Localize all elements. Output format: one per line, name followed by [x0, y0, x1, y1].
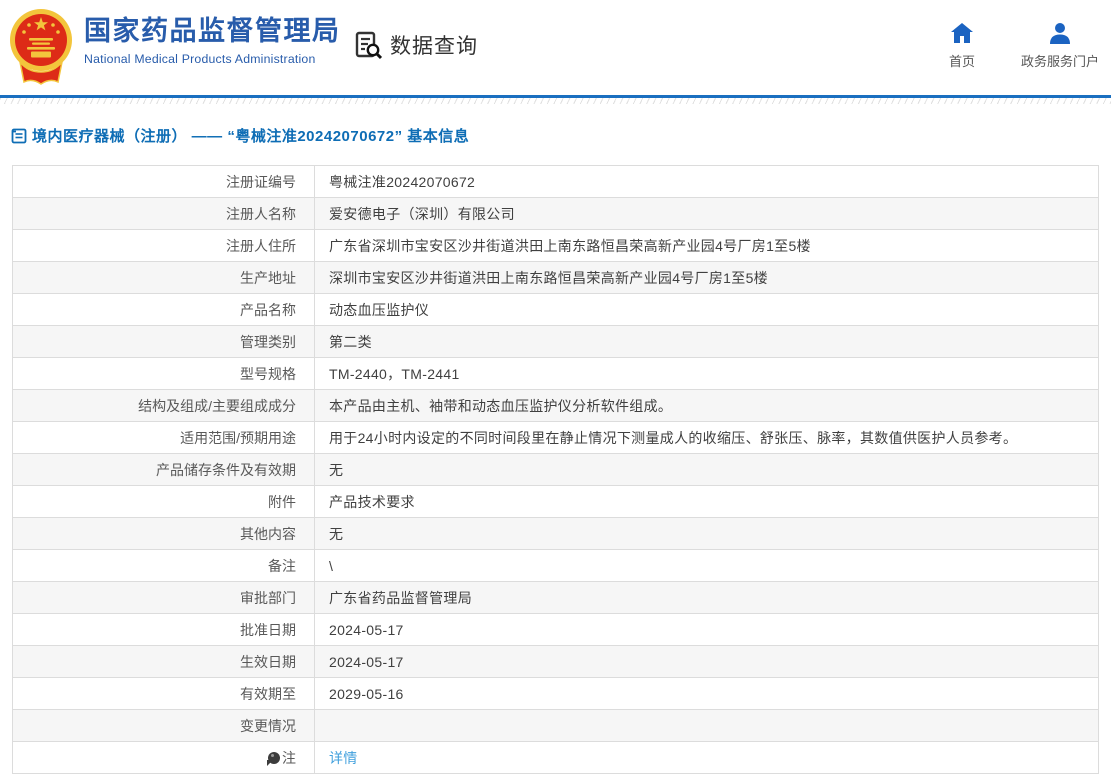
field-label: 附件 [12, 485, 315, 518]
table-row: 附件 产品技术要求 [12, 485, 1099, 518]
table-row: 变更情况 [12, 709, 1099, 742]
user-icon [1049, 23, 1070, 44]
nav-home[interactable]: 首页 [949, 22, 975, 70]
field-value: \ [314, 549, 1099, 582]
field-label: 生产地址 [12, 261, 315, 294]
field-label: 型号规格 [12, 357, 315, 390]
nav-portal-label: 政务服务门户 [1020, 54, 1099, 69]
table-row: 注册人名称 爱安德电子（深圳）有限公司 [12, 197, 1099, 230]
table-row: 管理类别 第二类 [12, 325, 1099, 358]
nav-portal[interactable]: 政务服务门户 [1021, 22, 1099, 70]
data-query-link[interactable]: 数据查询 [353, 30, 478, 60]
field-value: 第二类 [314, 325, 1099, 358]
field-label: 审批部门 [12, 581, 315, 614]
table-row: 注册证编号 粤械注准20242070672 [12, 165, 1099, 198]
field-value [314, 709, 1099, 742]
field-label: 注册人住所 [12, 229, 315, 262]
field-label: 产品名称 [12, 293, 315, 326]
page-header: 国家药品监督管理局 National Medical Products Admi… [0, 0, 1111, 95]
site-title: 国家药品监督管理局 National Medical Products Admi… [84, 15, 341, 66]
field-value: 动态血压监护仪 [314, 293, 1099, 326]
balloon-icon [267, 751, 280, 766]
table-row: 注册人住所 广东省深圳市宝安区沙井街道洪田上南东路恒昌荣高新产业园4号厂房1至5楼 [12, 229, 1099, 262]
field-value: 爱安德电子（深圳）有限公司 [314, 197, 1099, 230]
field-label: 注册人名称 [12, 197, 315, 230]
table-row: 结构及组成/主要组成成分 本产品由主机、袖带和动态血压监护仪分析软件组成。 [12, 389, 1099, 422]
field-value: 详情 [314, 741, 1099, 774]
data-query-label: 数据查询 [390, 35, 478, 58]
field-label: 产品储存条件及有效期 [12, 453, 315, 486]
field-value: 粤械注准20242070672 [314, 165, 1099, 198]
field-value: 用于24小时内设定的不同时间段里在静止情况下测量成人的收缩压、舒张压、脉率，其数… [314, 421, 1099, 454]
field-label: 其他内容 [12, 517, 315, 550]
table-row: 适用范围/预期用途 用于24小时内设定的不同时间段里在静止情况下测量成人的收缩压、… [12, 421, 1099, 454]
field-value: 2024-05-17 [314, 613, 1099, 646]
table-row: 产品储存条件及有效期无 [12, 453, 1099, 486]
field-label: 管理类别 [12, 325, 315, 358]
top-nav: 首页 政务服务门户 [949, 22, 1099, 70]
registration-info-table: 注册证编号 粤械注准20242070672 注册人名称 爱安德电子（深圳）有限公司 注册… [12, 165, 1099, 774]
table-row: 产品名称 动态血压监护仪 [12, 293, 1099, 326]
table-row: 生产地址 深圳市宝安区沙井街道洪田上南东路恒昌荣高新产业园4号厂房1至5楼 [12, 261, 1099, 294]
field-label: 适用范围/预期用途 [12, 421, 315, 454]
detail-link[interactable]: 详情 [329, 750, 358, 766]
field-value: 产品技术要求 [314, 485, 1099, 518]
field-value: 广东省深圳市宝安区沙井街道洪田上南东路恒昌荣高新产业园4号厂房1至5楼 [314, 229, 1099, 262]
document-icon [11, 128, 27, 143]
table-row: 其他内容无 [12, 517, 1099, 550]
field-value: 本产品由主机、袖带和动态血压监护仪分析软件组成。 [314, 389, 1099, 422]
field-value: 无 [314, 517, 1099, 550]
home-icon [950, 23, 973, 43]
field-label: 批准日期 [12, 613, 315, 646]
field-label: 有效期至 [12, 677, 315, 710]
field-value: TM-2440，TM-2441 [314, 357, 1099, 390]
field-value: 无 [314, 453, 1099, 486]
nav-home-label: 首页 [948, 54, 975, 69]
field-label: 备注 [12, 549, 315, 582]
document-search-icon [355, 31, 383, 60]
field-label: 注 [12, 741, 315, 774]
header-divider [0, 95, 1111, 104]
field-label: 生效日期 [12, 645, 315, 678]
breadcrumb: 境内医疗器械（注册） —— “粤械注准20242070672” 基本信息 [11, 125, 1111, 146]
table-row: 生效日期 2024-05-17 [12, 645, 1099, 678]
site-title-zh: 国家药品监督管理局 [84, 16, 341, 46]
table-row: 批准日期 2024-05-17 [12, 613, 1099, 646]
page-title: 境内医疗器械（注册） —— “粤械注准20242070672” 基本信息 [32, 128, 470, 145]
field-label: 结构及组成/主要组成成分 [12, 389, 315, 422]
field-label: 注册证编号 [12, 165, 315, 198]
field-value: 广东省药品监督管理局 [314, 581, 1099, 614]
field-value: 深圳市宝安区沙井街道洪田上南东路恒昌荣高新产业园4号厂房1至5楼 [314, 261, 1099, 294]
field-value: 2024-05-17 [314, 645, 1099, 678]
table-row: 注详情 [12, 741, 1099, 774]
table-row: 有效期至 2029-05-16 [12, 677, 1099, 710]
field-label: 变更情况 [12, 709, 315, 742]
site-title-en: National Medical Products Administration [84, 52, 316, 67]
table-row: 型号规格 TM-2440，TM-2441 [12, 357, 1099, 390]
table-row: 审批部门 广东省药品监督管理局 [12, 581, 1099, 614]
field-value: 2029-05-16 [314, 677, 1099, 710]
national-emblem-icon [10, 9, 72, 85]
table-row: 备注 \ [12, 549, 1099, 582]
